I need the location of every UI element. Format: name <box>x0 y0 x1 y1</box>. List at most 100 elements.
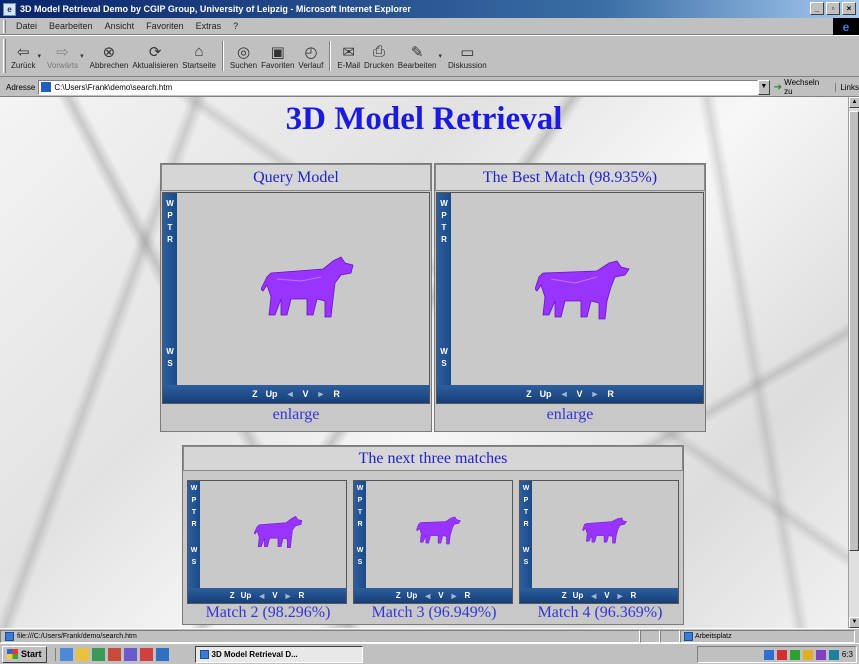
tray-icon[interactable] <box>828 649 839 660</box>
address-input[interactable]: C:\Users\Frank\demo\search.htm <box>38 79 758 95</box>
refresh-button[interactable]: ⟳ Aktualisieren <box>130 37 180 75</box>
viewer-g-button[interactable]: W <box>188 547 200 554</box>
edit-dropdown-icon[interactable]: ▾ <box>439 52 443 60</box>
zoom-button[interactable]: Z <box>526 389 532 399</box>
favorites-button[interactable]: ▣ Favoriten <box>259 37 296 75</box>
taskbar-ie-window-button[interactable]: 3D Model Retrieval D... <box>194 645 363 663</box>
zoom-button[interactable]: Z <box>396 591 401 600</box>
zoom-button[interactable]: Z <box>230 591 235 600</box>
viewer-g-button[interactable]: W <box>520 547 532 554</box>
rotate-left-icon[interactable]: ◄ <box>257 591 266 601</box>
menu-file[interactable]: Datei <box>10 21 43 31</box>
menu-tools[interactable]: Extras <box>190 21 228 31</box>
edit-button[interactable]: ✎ Bearbeiten <box>396 37 439 75</box>
reset-button[interactable]: R <box>607 389 614 399</box>
maximize-button[interactable]: ▫ <box>826 2 840 15</box>
discuss-button[interactable]: ▭ Diskussion <box>446 37 489 75</box>
back-button[interactable]: ⇦ Zurück <box>9 37 37 75</box>
rotate-right-icon[interactable]: ► <box>317 389 326 399</box>
reset-button[interactable]: R <box>630 591 636 600</box>
app-quicklaunch-icon[interactable] <box>155 647 169 661</box>
viewer-p-button[interactable]: P <box>163 211 177 220</box>
match-4-viewer[interactable]: W P T R W S Z Up ◄ V ► R <box>519 480 679 604</box>
viewer-s-button[interactable]: S <box>520 559 532 566</box>
match-3-link[interactable]: Match 3 (96.949%) <box>349 604 519 622</box>
explorer-quicklaunch-icon[interactable] <box>75 647 89 661</box>
view-button[interactable]: V <box>438 591 443 600</box>
stop-button[interactable]: ⊗ Abbrechen <box>88 37 131 75</box>
menu-view[interactable]: Ansicht <box>99 21 141 31</box>
match-4-link[interactable]: Match 4 (96.369%) <box>515 604 685 622</box>
mail-button[interactable]: ✉ E-Mail <box>335 37 362 75</box>
viewer-g-button[interactable]: W <box>163 347 177 356</box>
viewer-r-button[interactable]: R <box>437 235 451 244</box>
rotate-left-icon[interactable]: ◄ <box>286 389 295 399</box>
scroll-thumb[interactable] <box>849 111 859 551</box>
match-2-link[interactable]: Match 2 (98.296%) <box>183 604 353 622</box>
tray-icon[interactable] <box>789 649 800 660</box>
rotate-right-icon[interactable]: ► <box>284 591 293 601</box>
viewer-r-button[interactable]: R <box>188 521 200 528</box>
up-button[interactable]: Up <box>266 389 278 399</box>
up-button[interactable]: Up <box>241 591 252 600</box>
viewer-s-button[interactable]: S <box>163 359 177 368</box>
zoom-button[interactable]: Z <box>252 389 258 399</box>
up-button[interactable]: Up <box>540 389 552 399</box>
viewer-g-button[interactable]: W <box>437 347 451 356</box>
reset-button[interactable]: R <box>298 591 304 600</box>
forward-button[interactable]: ⇨ Vorwärts <box>45 37 80 75</box>
viewer-s-button[interactable]: S <box>437 359 451 368</box>
address-dropdown-icon[interactable]: ▼ <box>757 79 770 95</box>
query-model-viewer[interactable]: W P T R W S Z Up ◄ V ► R <box>162 192 430 404</box>
viewer-g-button[interactable]: W <box>354 547 366 554</box>
reset-button[interactable]: R <box>333 389 340 399</box>
app-quicklaunch-icon[interactable] <box>107 647 121 661</box>
match-2-viewer[interactable]: W P T R W S Z Up ◄ V ► R <box>187 480 347 604</box>
rotate-left-icon[interactable]: ◄ <box>560 389 569 399</box>
viewer-r-button[interactable]: R <box>163 235 177 244</box>
minimize-button[interactable]: _ <box>810 2 824 15</box>
ie-quicklaunch-icon[interactable] <box>59 647 73 661</box>
viewer-r-button[interactable]: R <box>520 521 532 528</box>
scroll-down-icon[interactable]: ▼ <box>849 617 859 628</box>
match-3-viewer[interactable]: W P T R W S Z Up ◄ V ► R <box>353 480 513 604</box>
app-quicklaunch-icon[interactable] <box>139 647 153 661</box>
rotate-left-icon[interactable]: ◄ <box>589 591 598 601</box>
viewer-w-button[interactable]: W <box>437 199 451 208</box>
viewer-t-button[interactable]: T <box>520 509 532 516</box>
tray-icon[interactable] <box>815 649 826 660</box>
tray-icon[interactable] <box>763 649 774 660</box>
tray-icon[interactable] <box>802 649 813 660</box>
viewer-w-button[interactable]: W <box>163 199 177 208</box>
viewer-s-button[interactable]: S <box>188 559 200 566</box>
viewer-w-button[interactable]: W <box>188 485 200 492</box>
view-button[interactable]: V <box>302 389 308 399</box>
desktop-quicklaunch-icon[interactable] <box>91 647 105 661</box>
home-button[interactable]: ⌂ Startseite <box>180 37 218 75</box>
rotate-right-icon[interactable]: ► <box>591 389 600 399</box>
close-button[interactable]: × <box>842 2 856 15</box>
viewer-t-button[interactable]: T <box>437 223 451 232</box>
viewer-p-button[interactable]: P <box>437 211 451 220</box>
viewer-t-button[interactable]: T <box>188 509 200 516</box>
search-button[interactable]: ◎ Suchen <box>228 37 259 75</box>
back-dropdown-icon[interactable]: ▾ <box>37 52 41 60</box>
viewer-t-button[interactable]: T <box>163 223 177 232</box>
up-button[interactable]: Up <box>573 591 584 600</box>
go-button[interactable]: ➔ Wechseln zu <box>774 78 830 96</box>
viewer-r-button[interactable]: R <box>354 521 366 528</box>
view-button[interactable]: V <box>604 591 609 600</box>
view-button[interactable]: V <box>576 389 582 399</box>
history-button[interactable]: ◴ Verlauf <box>296 37 325 75</box>
forward-dropdown-icon[interactable]: ▾ <box>80 52 84 60</box>
viewer-w-button[interactable]: W <box>354 485 366 492</box>
viewer-t-button[interactable]: T <box>354 509 366 516</box>
tray-icon[interactable] <box>776 649 787 660</box>
viewer-p-button[interactable]: P <box>354 497 366 504</box>
rotate-right-icon[interactable]: ► <box>450 591 459 601</box>
rotate-right-icon[interactable]: ► <box>616 591 625 601</box>
viewer-p-button[interactable]: P <box>188 497 200 504</box>
app-quicklaunch-icon[interactable] <box>123 647 137 661</box>
viewer-s-button[interactable]: S <box>354 559 366 566</box>
enlarge-query-link[interactable]: enlarge <box>161 406 431 424</box>
